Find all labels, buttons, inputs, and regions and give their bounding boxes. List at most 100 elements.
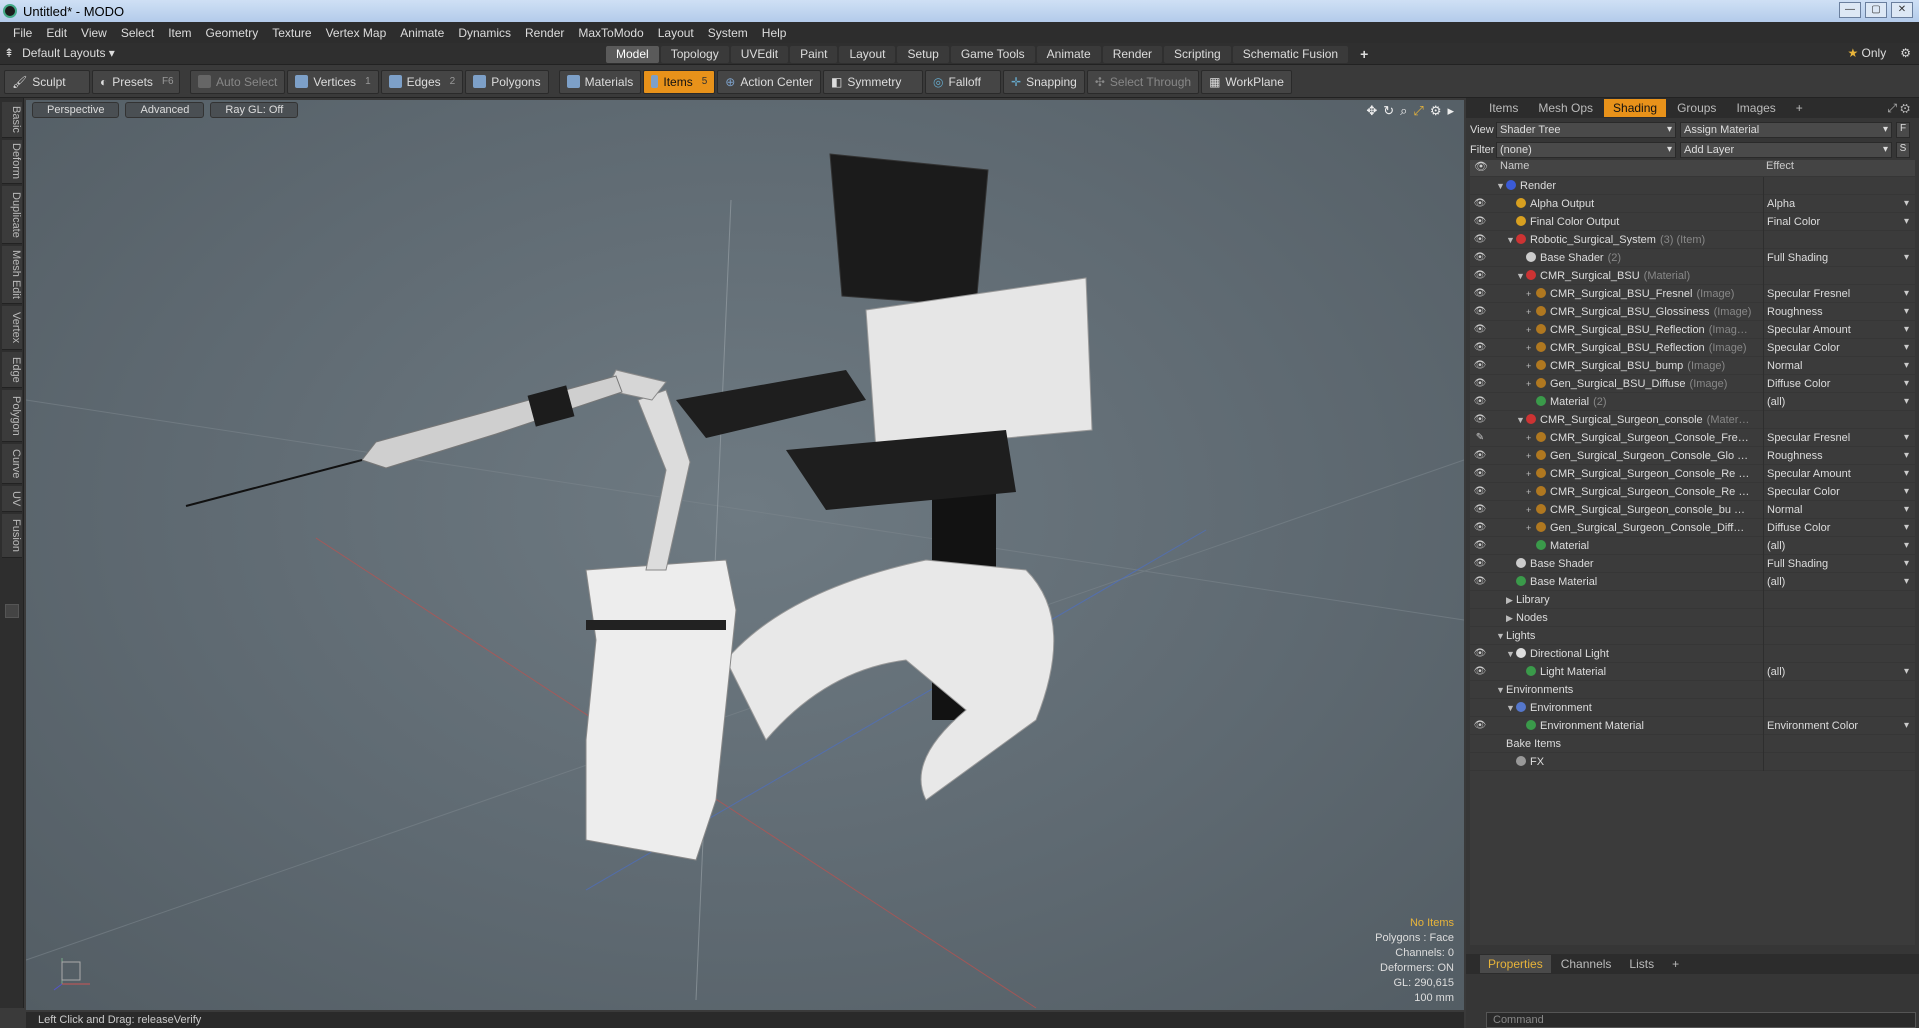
auto-select-button[interactable]: Auto Select (190, 69, 286, 94)
s-button[interactable]: S (1896, 142, 1910, 158)
twirl-icon[interactable]: + (1526, 285, 1536, 303)
symmetry-button[interactable]: ◧ Symmetry (823, 69, 924, 94)
visibility-eye-icon[interactable]: 👁 (1472, 519, 1488, 537)
rtab-items[interactable]: Items (1480, 99, 1527, 117)
add-props-tab-button[interactable]: + (1664, 955, 1687, 973)
menu-animate[interactable]: Animate (393, 26, 451, 40)
tree-row[interactable]: 👁 ▼ Directional Light (1470, 645, 1915, 663)
maximize-button[interactable]: ▢ (1865, 2, 1887, 18)
menu-texture[interactable]: Texture (265, 26, 318, 40)
visibility-eye-icon[interactable]: 👁 (1472, 321, 1488, 339)
tab-model[interactable]: Model (606, 46, 659, 63)
presets-button[interactable]: ◐ Presets F6 (92, 69, 180, 94)
tree-row[interactable]: 👁 ▼ Robotic_Surgical_System (3) (Item) (1470, 231, 1915, 249)
col-effect[interactable]: Effect (1763, 160, 1794, 176)
tree-row[interactable]: ✎ + CMR_Surgical_Surgeon_Console_Fre… Specu… (1470, 429, 1915, 447)
tab-fusion[interactable]: Fusion (2, 514, 22, 558)
ptab-lists[interactable]: Lists (1621, 955, 1662, 973)
effect-dropdown[interactable]: Roughness (1763, 447, 1913, 465)
twirl-icon[interactable]: ▶ (1506, 609, 1516, 627)
twirl-icon[interactable]: + (1526, 447, 1536, 465)
visibility-eye-icon[interactable]: 👁 (1472, 645, 1488, 663)
select-through-button[interactable]: ✣ Select Through (1086, 69, 1200, 94)
visibility-eye-icon[interactable]: 👁 (1472, 447, 1488, 465)
tree-row[interactable]: 👁 + CMR_Surgical_BSU_Fresnel (Image) Specula… (1470, 285, 1915, 303)
tab-topology[interactable]: Topology (660, 46, 729, 63)
default-layouts-dropdown[interactable]: Default Layouts ▾ (22, 46, 115, 60)
tab-layout[interactable]: Layout (839, 46, 896, 63)
twirl-icon[interactable]: ▼ (1506, 699, 1516, 717)
visibility-eye-icon[interactable]: 👁 (1472, 249, 1488, 267)
menu-view[interactable]: View (74, 26, 114, 40)
twirl-icon[interactable]: + (1526, 357, 1536, 375)
visibility-eye-icon[interactable]: 👁 (1472, 285, 1488, 303)
panel-expand-icon[interactable]: ⤢ ⚙ (1878, 99, 1919, 117)
rtab-images[interactable]: Images (1727, 99, 1784, 117)
vertices-button[interactable]: Vertices 1 (287, 69, 379, 94)
visibility-eye-icon[interactable]: 👁 (1472, 573, 1488, 591)
effect-dropdown[interactable]: (all) (1763, 573, 1913, 591)
snapping-button[interactable]: ✛ Snapping (1003, 69, 1085, 94)
tree-row[interactable]: 👁 + CMR_Surgical_BSU_Reflection (Image) Spec… (1470, 339, 1915, 357)
visibility-eye-icon[interactable]: 👁 (1472, 339, 1488, 357)
tree-row[interactable]: 👁 + CMR_Surgical_BSU_Glossiness (Image) Roug… (1470, 303, 1915, 321)
visibility-eye-icon[interactable]: 👁 (1472, 231, 1488, 249)
tab-edge[interactable]: Edge (2, 352, 22, 388)
tree-row[interactable]: 👁 Base Shader Full Shading (1470, 555, 1915, 573)
visibility-eye-icon[interactable]: 👁 (1472, 411, 1488, 429)
rtab-shading[interactable]: Shading (1604, 99, 1667, 117)
menu-maxtomodo[interactable]: MaxToModo (571, 26, 650, 40)
menu-dynamics[interactable]: Dynamics (451, 26, 518, 40)
effect-dropdown[interactable]: Specular Amount (1763, 465, 1913, 483)
tree-row[interactable]: 👁 ▼ CMR_Surgical_Surgeon_console (Mater… (1470, 411, 1915, 429)
twirl-icon[interactable]: + (1526, 429, 1536, 447)
add-panel-tab-button[interactable]: + (1787, 99, 1812, 117)
visibility-eye-icon[interactable]: 👁 (1472, 357, 1488, 375)
effect-dropdown[interactable]: Full Shading (1763, 249, 1913, 267)
layout-lock-icon[interactable]: ⇞ (4, 46, 14, 60)
tree-row[interactable]: 👁 Light Material (all) (1470, 663, 1915, 681)
menu-system[interactable]: System (701, 26, 755, 40)
tab-schematic-fusion[interactable]: Schematic Fusion (1232, 46, 1349, 63)
tree-row[interactable]: FX (1470, 753, 1915, 771)
menu-help[interactable]: Help (755, 26, 794, 40)
assign-material-button[interactable]: Assign Material (1680, 122, 1892, 138)
twirl-icon[interactable]: ▼ (1506, 645, 1516, 663)
tree-row[interactable]: 👁 + Gen_Surgical_BSU_Diffuse (Image) Diffuse… (1470, 375, 1915, 393)
tab-render[interactable]: Render (1102, 46, 1163, 63)
tree-row[interactable]: ▶ Nodes (1470, 609, 1915, 627)
tree-row[interactable]: 👁 + CMR_Surgical_BSU_Reflection (Imag… Specu… (1470, 321, 1915, 339)
col-name[interactable]: Name (1492, 160, 1763, 176)
menu-edit[interactable]: Edit (39, 26, 74, 40)
visibility-eye-icon[interactable]: 👁 (1472, 717, 1488, 735)
twirl-icon[interactable]: + (1526, 519, 1536, 537)
tree-row[interactable]: 👁 + CMR_Surgical_Surgeon_Console_Re … Specu… (1470, 483, 1915, 501)
ptab-properties[interactable]: Properties (1480, 955, 1551, 973)
tab-duplicate[interactable]: Duplicate (2, 186, 22, 244)
menu-vertex-map[interactable]: Vertex Map (319, 26, 394, 40)
tree-row[interactable]: 👁 Material (2) (all) (1470, 393, 1915, 411)
twirl-icon[interactable]: + (1526, 465, 1536, 483)
add-layer-dropdown[interactable]: Add Layer (1680, 142, 1892, 158)
visibility-eye-icon[interactable]: ✎ (1472, 429, 1488, 447)
3d-viewport[interactable]: Perspective Advanced Ray GL: Off ✥ ↻ ⌕ ⤢… (26, 100, 1464, 1010)
menu-render[interactable]: Render (518, 26, 571, 40)
f-button[interactable]: F (1896, 122, 1910, 138)
tree-row[interactable]: ▼Environments (1470, 681, 1915, 699)
tree-row[interactable]: 👁 Base Material (all) (1470, 573, 1915, 591)
visibility-eye-icon[interactable]: 👁 (1472, 537, 1488, 555)
menu-geometry[interactable]: Geometry (199, 26, 266, 40)
gear-icon[interactable]: ⚙ (1900, 46, 1911, 60)
visibility-eye-icon[interactable]: 👁 (1472, 375, 1488, 393)
visibility-eye-icon[interactable]: 👁 (1472, 213, 1488, 231)
tab-basic[interactable]: Basic (2, 102, 22, 138)
edges-button[interactable]: Edges 2 (380, 69, 464, 94)
tree-row[interactable]: 👁 + CMR_Surgical_BSU_bump (Image) Normal (1470, 357, 1915, 375)
tab-paint[interactable]: Paint (790, 46, 838, 63)
action-center-button[interactable]: ⊕ Action Center (717, 69, 822, 94)
twirl-icon[interactable]: + (1526, 483, 1536, 501)
menu-select[interactable]: Select (114, 26, 161, 40)
effect-dropdown[interactable]: Alpha (1763, 195, 1913, 213)
close-button[interactable]: ✕ (1891, 2, 1913, 18)
ptab-channels[interactable]: Channels (1553, 955, 1620, 973)
